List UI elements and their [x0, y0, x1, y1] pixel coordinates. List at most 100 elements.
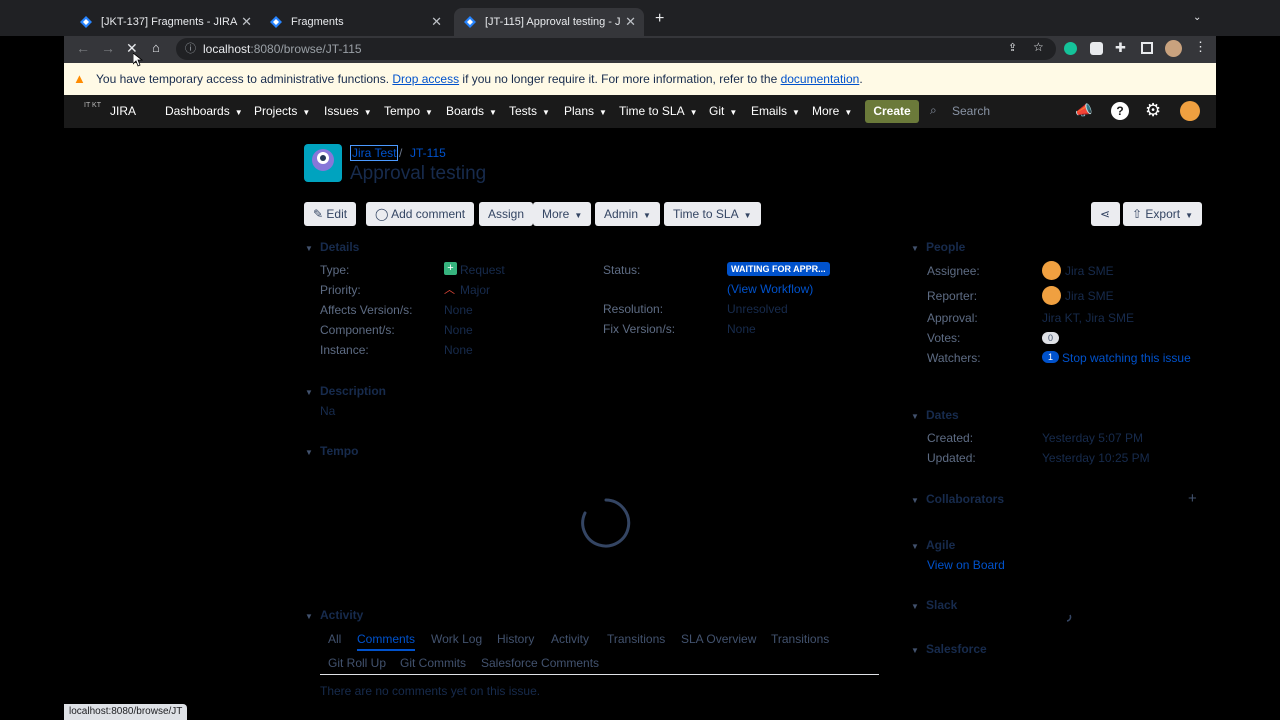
slack-section-toggle[interactable]: ▼ Slack: [911, 598, 957, 612]
nav-more[interactable]: More ▼: [812, 95, 852, 128]
view-on-board-link[interactable]: View on Board: [927, 558, 1005, 572]
close-icon[interactable]: ✕: [431, 14, 442, 30]
affects-version-label: Affects Version/s:: [320, 303, 413, 317]
watchers-count-badge[interactable]: 1: [1042, 351, 1060, 363]
activity-tab-git-roll-up[interactable]: Git Roll Up: [328, 656, 386, 670]
nav-projects[interactable]: Projects ▼: [254, 95, 310, 128]
chevron-down-icon: ▼: [363, 108, 372, 117]
chevron-down-icon: ▼: [729, 108, 738, 117]
time-to-sla-button[interactable]: Time to SLA ▼: [664, 202, 761, 226]
home-icon[interactable]: ⌂: [152, 40, 160, 55]
nav-time-to-sla[interactable]: Time to SLA ▼: [619, 95, 698, 128]
activity-tab-activity[interactable]: Activity: [551, 632, 589, 646]
details-section-toggle[interactable]: ▼ Details: [305, 240, 359, 254]
address-bar[interactable]: ⓘ localhost:8080/browse/JT-115: [176, 38, 1056, 60]
status-badge[interactable]: WAITING FOR APPR...: [727, 262, 830, 276]
collapse-icon: ▼: [911, 602, 919, 611]
salesforce-section-toggle[interactable]: ▼ Salesforce: [911, 642, 987, 656]
help-icon[interactable]: ?: [1111, 102, 1129, 120]
slack-heading: Slack: [926, 598, 958, 612]
product-name[interactable]: JIRA: [110, 95, 136, 128]
menu-kebab-icon[interactable]: ⋮: [1194, 39, 1207, 55]
assign-button[interactable]: Assign: [479, 202, 534, 226]
comment-icon: ◯: [375, 207, 392, 221]
profile-avatar[interactable]: [1165, 40, 1182, 57]
activity-tab-git-commits[interactable]: Git Commits: [400, 656, 466, 670]
browser-tab-active[interactable]: [JT-115] Approval testing - JIRA ✕: [454, 8, 644, 36]
breadcrumb-issue-key[interactable]: JT-115: [410, 146, 446, 160]
user-avatar[interactable]: [1180, 101, 1200, 121]
priority-label: Priority:: [320, 283, 361, 297]
status-label: Status:: [603, 263, 641, 277]
agile-section-toggle[interactable]: ▼ Agile: [911, 538, 955, 552]
info-icon[interactable]: ⓘ: [185, 38, 196, 60]
grammarly-icon[interactable]: [1064, 42, 1077, 55]
search-icon: ⌕: [930, 103, 937, 117]
drop-access-link[interactable]: Drop access: [392, 72, 459, 86]
chevron-down-icon: ▼: [599, 108, 607, 117]
extension-icon[interactable]: [1090, 42, 1103, 55]
nav-plans[interactable]: Plans ▼: [564, 95, 607, 128]
activity-tab-transitions[interactable]: Transitions: [607, 632, 665, 646]
admin-button[interactable]: Admin ▼: [595, 202, 660, 226]
new-tab-icon[interactable]: +: [655, 10, 664, 28]
nav-dashboards[interactable]: Dashboards ▼: [165, 95, 243, 128]
activity-tab-salesforce-comments[interactable]: Salesforce Comments: [481, 656, 599, 670]
updated-label: Updated:: [927, 451, 976, 465]
forward-icon[interactable]: →: [101, 40, 115, 56]
view-workflow-link[interactable]: (View Workflow): [727, 282, 813, 296]
nav-boards[interactable]: Boards ▼: [446, 95, 497, 128]
search-input[interactable]: Search: [928, 100, 1058, 123]
share-icon[interactable]: ⇪: [1008, 41, 1017, 54]
back-icon[interactable]: ←: [76, 40, 90, 56]
edit-button[interactable]: ✎ Edit: [304, 202, 357, 226]
create-button[interactable]: Create: [865, 100, 919, 123]
activity-tab-transitions-2[interactable]: Transitions: [771, 632, 829, 646]
documentation-link[interactable]: documentation: [781, 72, 860, 86]
collapse-icon: ▼: [305, 448, 313, 457]
assignee-value[interactable]: Jira SME: [1065, 264, 1114, 278]
url-host: localhost: [203, 42, 251, 56]
side-panel-icon[interactable]: [1141, 42, 1153, 54]
browser-tab[interactable]: [JKT-137] Fragments - JIRA ✕: [80, 8, 260, 36]
activity-tab-comments[interactable]: Comments: [357, 632, 416, 651]
activity-tab-all[interactable]: All: [328, 632, 341, 646]
description-section-toggle[interactable]: ▼ Description: [305, 384, 386, 398]
project-avatar[interactable]: [304, 144, 342, 182]
more-button[interactable]: More ▼: [533, 202, 592, 226]
share-button[interactable]: ⋖: [1091, 202, 1120, 226]
bookmark-star-icon[interactable]: ☆: [1033, 40, 1044, 54]
chevron-down-icon: ▼: [489, 108, 497, 117]
activity-tab-work-log[interactable]: Work Log: [431, 632, 482, 646]
tab-search-icon[interactable]: ⌄: [1193, 12, 1201, 23]
nav-tempo[interactable]: Tempo ▼: [384, 95, 433, 128]
breadcrumb-project[interactable]: Jira Test: [350, 145, 399, 161]
activity-tab-history[interactable]: History: [497, 632, 534, 646]
close-icon[interactable]: ✕: [241, 14, 252, 30]
collapse-icon: ▼: [305, 388, 313, 397]
logo[interactable]: IT KT: [84, 102, 101, 109]
nav-emails[interactable]: Emails ▼: [751, 95, 800, 128]
activity-section-toggle[interactable]: ▼ Activity: [305, 608, 363, 622]
dates-section-toggle[interactable]: ▼ Dates: [911, 408, 959, 422]
nav-tests[interactable]: Tests ▼: [509, 95, 550, 128]
nav-git[interactable]: Git ▼: [709, 95, 737, 128]
collapse-icon: ▼: [911, 496, 919, 505]
reporter-value[interactable]: Jira SME: [1065, 289, 1114, 303]
tempo-section-toggle[interactable]: ▼ Tempo: [305, 444, 358, 458]
puzzle-icon[interactable]: ✚: [1115, 40, 1126, 56]
add-collaborator-icon[interactable]: +: [1188, 490, 1197, 507]
export-button[interactable]: ⇧ Export ▼: [1123, 202, 1202, 226]
nav-issues[interactable]: Issues ▼: [324, 95, 372, 128]
people-section-toggle[interactable]: ▼ People: [911, 240, 965, 254]
gear-icon[interactable]: ⚙: [1145, 100, 1161, 121]
announcement-icon[interactable]: 📣: [1075, 102, 1092, 119]
add-comment-button[interactable]: ◯ Add comment: [366, 202, 475, 226]
close-icon[interactable]: ✕: [625, 14, 636, 30]
browser-tab[interactable]: Fragments ✕: [270, 8, 450, 36]
collaborators-section-toggle[interactable]: ▼ Collaborators: [911, 492, 1004, 506]
activity-tab-sla-overview[interactable]: SLA Overview: [681, 632, 756, 646]
approval-label: Approval:: [927, 311, 978, 325]
stop-watching-link[interactable]: Stop watching this issue: [1062, 351, 1191, 365]
votes-count-badge[interactable]: 0: [1042, 332, 1060, 344]
